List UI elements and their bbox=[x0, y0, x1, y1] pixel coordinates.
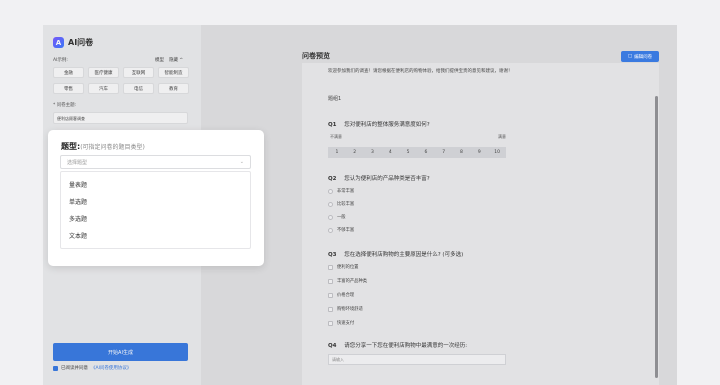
checkbox-option[interactable]: 丰富的产品种类 bbox=[328, 278, 367, 284]
question-text: 您对便利店的整体服务满意度如何? bbox=[344, 122, 430, 128]
question-type-options: 量表题 单选题 多选题 文本题 bbox=[60, 171, 251, 249]
scale-option[interactable]: 3 bbox=[364, 147, 382, 158]
checkbox-icon bbox=[328, 320, 333, 326]
option-label: 不够丰富 bbox=[337, 228, 355, 233]
scale-low-label: 不满意 bbox=[330, 134, 342, 139]
scale-option[interactable]: 5 bbox=[399, 147, 417, 158]
question-title: Q1 您对便利店的整体服务满意度如何? bbox=[328, 120, 430, 128]
scale-high-label: 满意 bbox=[498, 134, 506, 139]
survey-paper bbox=[302, 63, 659, 385]
question-number: Q3 bbox=[328, 252, 337, 258]
question-title: Q4 请您分享一下您在便利店购物中最满意的一次经历: bbox=[328, 341, 467, 349]
chevron-down-icon: ⌄ bbox=[239, 159, 244, 165]
radio-option[interactable]: 非常丰富 bbox=[328, 188, 354, 194]
radio-option[interactable]: 不够丰富 bbox=[328, 227, 354, 233]
checkbox-icon bbox=[328, 292, 333, 298]
option-label: 一般 bbox=[337, 215, 346, 220]
scale-option[interactable]: 9 bbox=[470, 147, 488, 158]
scale-option[interactable]: 6 bbox=[417, 147, 435, 158]
option-label: 比较丰富 bbox=[337, 202, 355, 207]
scrollbar[interactable] bbox=[655, 96, 658, 378]
scale-option[interactable]: 4 bbox=[381, 147, 399, 158]
radio-option[interactable]: 一般 bbox=[328, 214, 346, 220]
edit-icon: □ bbox=[627, 54, 633, 59]
radio-option[interactable]: 比较丰富 bbox=[328, 201, 354, 207]
question-number: Q4 bbox=[328, 343, 337, 349]
scale-option[interactable]: 8 bbox=[453, 147, 471, 158]
question-type-select[interactable]: 选择题型 ⌄ bbox=[60, 155, 251, 169]
preview-title: 问卷预览 bbox=[302, 52, 330, 60]
dropdown-option[interactable]: 文本题 bbox=[69, 231, 87, 240]
radio-icon bbox=[328, 188, 333, 194]
radio-icon bbox=[328, 227, 333, 233]
dropdown-option[interactable]: 多选题 bbox=[69, 214, 87, 223]
question-title: Q3 您在选择便利店购物的主要原因是什么? (可多选) bbox=[328, 250, 463, 258]
question-number: Q2 bbox=[328, 176, 337, 182]
option-label: 便利的位置 bbox=[337, 265, 359, 270]
question-text: 您认为便利店的产品种类是否丰富? bbox=[344, 176, 430, 182]
checkbox-option[interactable]: 快速支付 bbox=[328, 320, 354, 326]
option-label: 快速支付 bbox=[337, 321, 355, 326]
page-label: 题组1 bbox=[328, 96, 342, 102]
radio-icon bbox=[328, 201, 333, 207]
question-number: Q1 bbox=[328, 122, 337, 128]
survey-intro: 欢迎参加我们的调查！请您根据在便利店的购物体验，给我们提供宝贵的意见和建议，谢谢… bbox=[328, 69, 513, 74]
checkbox-icon bbox=[328, 264, 333, 270]
checkbox-option[interactable]: 价格合理 bbox=[328, 292, 354, 298]
dropdown-option[interactable]: 单选题 bbox=[69, 197, 87, 206]
rating-scale: 1 2 3 4 5 6 7 8 9 10 bbox=[328, 147, 506, 158]
checkbox-icon bbox=[328, 306, 333, 312]
question-type-hint: (可指定问卷的题目类型) bbox=[80, 144, 145, 151]
radio-icon bbox=[328, 214, 333, 220]
question-type-title: 题型:(可指定问卷的题目类型) bbox=[61, 141, 145, 152]
question-type-label: 题型: bbox=[61, 142, 81, 151]
option-label: 购物环境舒适 bbox=[337, 307, 363, 312]
select-placeholder: 选择题型 bbox=[67, 160, 88, 166]
question-type-popover: 题型:(可指定问卷的题目类型) 选择题型 ⌄ 量表题 单选题 多选题 文本题 bbox=[48, 130, 264, 266]
edit-survey-label: 编辑问卷 bbox=[634, 54, 653, 60]
scale-option[interactable]: 7 bbox=[435, 147, 453, 158]
dropdown-option[interactable]: 量表题 bbox=[69, 180, 87, 189]
option-label: 丰富的产品种类 bbox=[337, 279, 368, 284]
option-label: 非常丰富 bbox=[337, 189, 355, 194]
checkbox-option[interactable]: 购物环境舒适 bbox=[328, 306, 363, 312]
question-title: Q2 您认为便利店的产品种类是否丰富? bbox=[328, 174, 430, 182]
question-text: 您在选择便利店购物的主要原因是什么? (可多选) bbox=[344, 252, 464, 258]
scale-option[interactable]: 10 bbox=[488, 147, 506, 158]
scale-option[interactable]: 2 bbox=[346, 147, 364, 158]
question-text: 请您分享一下您在便利店购物中最满意的一次经历: bbox=[344, 343, 468, 349]
scale-labels: 不满意 满意 bbox=[330, 134, 506, 140]
checkbox-option[interactable]: 便利的位置 bbox=[328, 264, 358, 270]
answer-input[interactable]: 请输入 bbox=[328, 354, 506, 365]
edit-survey-button[interactable]: □ 编辑问卷 bbox=[621, 51, 659, 62]
scale-option[interactable]: 1 bbox=[328, 147, 346, 158]
checkbox-icon bbox=[328, 278, 333, 284]
option-label: 价格合理 bbox=[337, 293, 355, 298]
